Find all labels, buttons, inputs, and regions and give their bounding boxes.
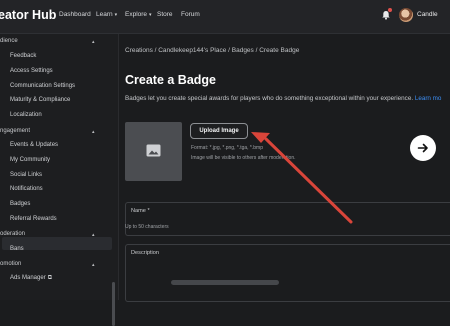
image-format-hint: Format: *.jpg, *.png, *.tga, *.bmp — [191, 145, 263, 151]
sidebar-item-my-community[interactable]: My Community — [10, 157, 50, 163]
description-field[interactable]: Description — [125, 244, 450, 302]
creator-hub-logo[interactable]: eator Hub — [0, 8, 56, 22]
sidebar-item-ads-manager[interactable]: Ads Manager ⧉ — [10, 275, 52, 282]
notification-dot — [388, 8, 392, 12]
sidebar-item-communication-settings[interactable]: Communication Settings — [10, 83, 75, 89]
sidebar-item-referral-rewards[interactable]: Referral Rewards — [10, 216, 57, 222]
arrow-right-icon — [417, 143, 428, 153]
sidebar-item-bans[interactable]: Bans — [10, 246, 24, 252]
external-link-icon: ⧉ — [47, 275, 52, 281]
upload-image-button[interactable]: Upload Image — [190, 123, 248, 139]
nav-store[interactable]: Store — [157, 11, 173, 18]
sidebar-item-access-settings[interactable]: Access Settings — [10, 68, 53, 74]
nav-explore[interactable]: Explore ▾ — [125, 11, 152, 18]
image-placeholder-icon — [146, 144, 161, 157]
name-field[interactable]: Name * — [125, 202, 450, 236]
chevron-up-icon[interactable]: ▴ — [92, 39, 95, 45]
nav-forum[interactable]: Forum — [181, 11, 200, 18]
main-content: Creations / Candlekeep144's Place / Badg… — [119, 34, 450, 302]
badge-image-preview — [125, 122, 182, 181]
image-visibility-hint: Image will be visible to others after mo… — [191, 155, 296, 161]
name-field-label: Name * — [131, 208, 150, 214]
chevron-down-icon: ▾ — [114, 12, 118, 18]
sidebar-scrollbar[interactable] — [112, 282, 115, 326]
nav-learn-label: Learn — [96, 11, 113, 18]
next-button[interactable] — [410, 135, 436, 161]
horizontal-scrollbar[interactable] — [171, 280, 279, 285]
page-title: Create a Badge — [125, 73, 217, 87]
chevron-down-icon: ▾ — [149, 12, 152, 18]
description-field-label: Description — [131, 250, 159, 256]
page-description-text: Badges let you create special awards for… — [125, 95, 414, 102]
sidebar-section-engagement[interactable]: ngagement — [0, 128, 30, 134]
sidebar-item-localization[interactable]: Localization — [10, 112, 42, 118]
sidebar-item-badges[interactable]: Badges — [10, 201, 30, 207]
chevron-up-icon[interactable]: ▴ — [92, 232, 95, 238]
sidebar-section-promotion[interactable]: omotion — [0, 261, 21, 267]
learn-more-link[interactable]: Learn mo — [415, 95, 442, 102]
username[interactable]: Candle — [417, 11, 438, 18]
sidebar-item-social-links[interactable]: Social Links — [10, 172, 42, 178]
sidebar-item-events-updates[interactable]: Events & Updates — [10, 142, 58, 148]
chevron-up-icon[interactable]: ▴ — [92, 129, 95, 135]
nav-learn[interactable]: Learn ▾ — [96, 11, 117, 18]
chevron-up-icon[interactable]: ▴ — [92, 262, 95, 268]
sidebar-item-maturity-compliance[interactable]: Maturity & Compliance — [10, 97, 70, 103]
sidebar-section-audience[interactable]: dience — [0, 38, 18, 44]
top-navigation-bar: eator Hub Dashboard Learn ▾ Explore ▾ Stor… — [0, 0, 450, 34]
nav-explore-label: Explore — [125, 11, 148, 18]
sidebar: dience ▴ Feedback Access Settings Commun… — [0, 34, 119, 326]
sidebar-item-notifications[interactable]: Notifications — [10, 186, 43, 192]
sidebar-section-moderation[interactable]: oderation — [0, 231, 25, 237]
name-field-hint: Up to 50 characters — [125, 224, 169, 230]
avatar[interactable] — [399, 8, 413, 22]
sidebar-item-feedback[interactable]: Feedback — [10, 53, 36, 59]
sidebar-item-ads-manager-label: Ads Manager — [10, 275, 46, 281]
page-description: Badges let you create special awards for… — [125, 95, 441, 102]
breadcrumb[interactable]: Creations / Candlekeep144's Place / Badg… — [125, 47, 299, 54]
nav-dashboard[interactable]: Dashboard — [59, 11, 91, 18]
